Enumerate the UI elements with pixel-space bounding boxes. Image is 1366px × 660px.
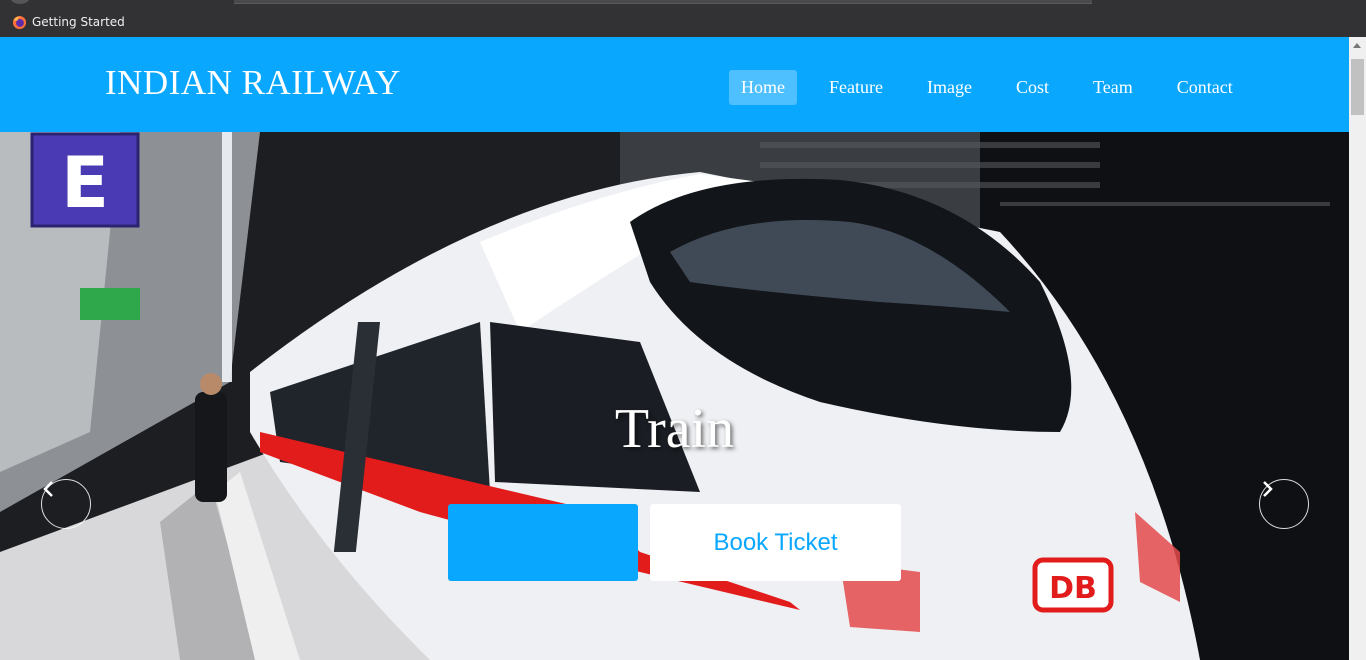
brand-logo[interactable]: INDIAN RAILWAY (105, 63, 401, 103)
nav-item-image[interactable]: Image (915, 70, 984, 105)
nav-item-contact[interactable]: Contact (1165, 70, 1245, 105)
scroll-thumb[interactable] (1351, 59, 1364, 115)
nav-item-home[interactable]: Home (729, 70, 797, 105)
page-viewport: INDIAN RAILWAY Home Feature Image Cost T… (0, 37, 1349, 660)
nav-item-feature[interactable]: Feature (817, 70, 895, 105)
bookmark-label: Getting Started (32, 15, 125, 29)
firefox-icon (12, 15, 27, 30)
nav-menu: Home Feature Image Cost Team Contact (729, 70, 1265, 105)
carousel-prev-button[interactable] (41, 479, 91, 529)
scroll-up-icon[interactable] (1353, 43, 1361, 48)
hero-carousel: E DB Train Book Ticket (0, 132, 1349, 660)
nav-item-team[interactable]: Team (1081, 70, 1145, 105)
bookmark-getting-started[interactable]: Getting Started (12, 13, 125, 31)
book-ticket-button[interactable]: Book Ticket (650, 504, 901, 581)
browser-toolbar: Getting Started (0, 0, 1366, 37)
db-logo: DB (1049, 571, 1097, 606)
url-bar[interactable] (234, 0, 1092, 4)
navbar: INDIAN RAILWAY Home Feature Image Cost T… (0, 37, 1349, 132)
hero-title: Train (614, 398, 735, 460)
nav-item-cost[interactable]: Cost (1004, 70, 1061, 105)
carousel-next-button[interactable] (1259, 479, 1309, 529)
page-scrollbar[interactable] (1349, 37, 1366, 660)
browser-tab-icon (10, 0, 30, 4)
platform-sign: E (61, 142, 109, 224)
primary-cta-button[interactable] (448, 504, 638, 581)
